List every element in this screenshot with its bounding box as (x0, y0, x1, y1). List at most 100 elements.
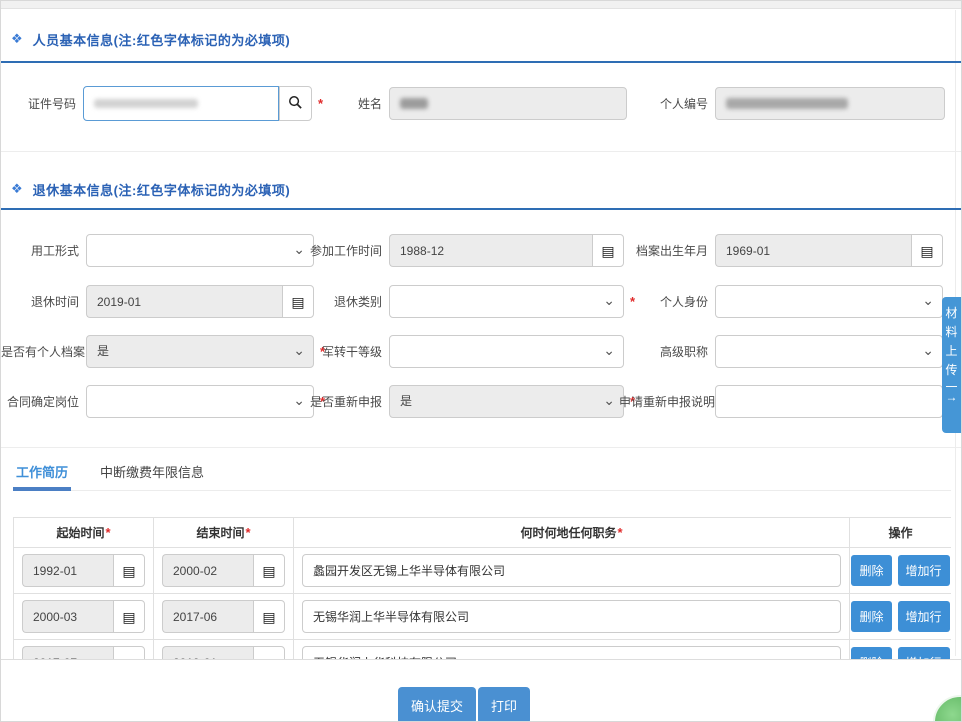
required-mark: * (617, 525, 622, 540)
calendar-button[interactable]: ▤ (911, 234, 943, 267)
row-position-input[interactable] (302, 646, 841, 659)
work-history-table: 起始时间* 结束时间* 何时何地任何职务* 操作 ▤ ▤ 删除增加行 ▤ ▤ (13, 517, 951, 659)
personal-identity-select[interactable]: ⌄ (715, 285, 943, 318)
birth-date-field: 档案出生年月 ▤ (619, 234, 943, 267)
required-mark: * (105, 525, 110, 540)
floating-widget-icon[interactable] (933, 695, 962, 722)
contract-post-select[interactable]: ⌄ (86, 385, 314, 418)
delete-row-button[interactable]: 删除 (851, 601, 891, 632)
calendar-button[interactable]: ▤ (113, 646, 145, 659)
birth-date-label: 档案出生年月 (619, 242, 715, 259)
employment-type-label: 用工形式 (1, 242, 86, 259)
retire-category-field: 退休类别 ⌄ * (301, 285, 635, 318)
calendar-icon: ▤ (122, 610, 135, 624)
person-section-title: 人员基本信息(注:红色字体标记的为必填项) (33, 30, 291, 49)
senior-title-select[interactable]: ⌄ (715, 335, 943, 368)
delete-row-button[interactable]: 删除 (851, 647, 891, 659)
redacted-value (94, 99, 198, 108)
section-divider (1, 61, 962, 63)
redeclare-label: 是否重新申报 (301, 393, 389, 410)
delete-row-button[interactable]: 删除 (851, 555, 891, 586)
calendar-button[interactable]: ▤ (253, 600, 285, 633)
row-start-input (22, 600, 113, 633)
redeclare-note-input[interactable] (715, 385, 943, 418)
calendar-icon: ▤ (122, 564, 135, 578)
calendar-icon: ▤ (601, 244, 614, 258)
personal-identity-label: 个人身份 (619, 293, 715, 310)
redeclare-note-field: 申请重新申报说明 (619, 385, 943, 418)
id-number-input[interactable] (83, 86, 279, 121)
table-row: ▤ ▤ 删除增加行 (14, 548, 952, 594)
calendar-button[interactable]: ▤ (113, 600, 145, 633)
add-row-button[interactable]: 增加行 (898, 601, 950, 632)
birth-date-input (715, 234, 911, 267)
material-upload-tab[interactable]: 材料上传 → (942, 297, 961, 433)
has-archive-select: 是 ⌄ (86, 335, 314, 368)
col-start-time: 起始时间* (14, 518, 154, 548)
section-separator (1, 447, 962, 448)
work-start-label: 参加工作时间 (301, 242, 389, 259)
retire-section-title: 退休基本信息(注:红色字体标记的为必填项) (33, 180, 291, 199)
redeclare-note-label: 申请重新申报说明 (619, 393, 715, 410)
table-row: ▤ ▤ 删除增加行 (14, 640, 952, 660)
retire-section-header: ❖ 退休基本信息(注:红色字体标记的为必填项) (11, 179, 290, 199)
search-icon (288, 95, 303, 113)
chevron-down-icon: ⌄ (603, 285, 615, 316)
military-grade-field: 军转干等级 ⌄ (301, 335, 624, 368)
chevron-down-icon: ⌄ (603, 385, 615, 416)
retirement-declaration-page: ❖ 人员基本信息(注:红色字体标记的为必填项) 证件号码 * 姓名 个人编号 (0, 0, 962, 722)
calendar-icon: ▤ (262, 610, 275, 624)
contract-post-field: 合同确定岗位 ⌄ * (1, 385, 325, 418)
table-header-row: 起始时间* 结束时间* 何时何地任何职务* 操作 (14, 518, 952, 548)
name-input (389, 87, 627, 120)
work-start-input (389, 234, 592, 267)
calendar-icon: ▤ (262, 564, 275, 578)
work-history-table-wrap: 起始时间* 结束时间* 何时何地任何职务* 操作 ▤ ▤ 删除增加行 ▤ ▤ (13, 517, 951, 659)
name-label: 姓名 (305, 95, 389, 112)
material-upload-label: 材料上传 (945, 304, 959, 380)
id-number-label: 证件号码 (1, 95, 83, 112)
contract-post-label: 合同确定岗位 (1, 393, 86, 410)
military-grade-select[interactable]: ⌄ (389, 335, 624, 368)
retire-time-field: 退休时间 ▤ (1, 285, 314, 318)
content-bottom-border (1, 659, 962, 660)
confirm-submit-button[interactable]: 确认提交 (398, 687, 476, 722)
tab-work-history[interactable]: 工作简历 (13, 461, 71, 491)
upload-tab-divider (946, 386, 957, 387)
person-section-header: ❖ 人员基本信息(注:红色字体标记的为必填项) (11, 29, 290, 49)
tab-interrupted-payment[interactable]: 中断缴费年限信息 (97, 461, 207, 491)
arrow-right-icon: → (946, 390, 958, 404)
calendar-button[interactable]: ▤ (253, 554, 285, 587)
personal-identity-field: 个人身份 ⌄ (619, 285, 943, 318)
row-end-input (162, 600, 253, 633)
col-position: 何时何地任何职务* (294, 518, 850, 548)
senior-title-field: 高级职称 ⌄ (619, 335, 943, 368)
personal-no-label: 个人编号 (631, 95, 715, 112)
chevron-down-icon: ⌄ (922, 285, 934, 316)
name-field: 姓名 (305, 87, 627, 120)
has-archive-field: 是否有个人档案 是 ⌄ * (1, 335, 325, 368)
row-position-input[interactable] (302, 600, 841, 633)
add-row-button[interactable]: 增加行 (898, 555, 950, 586)
row-position-input[interactable] (302, 554, 841, 587)
section-diamond-icon: ❖ (11, 31, 23, 47)
calendar-button[interactable]: ▤ (253, 646, 285, 659)
chevron-down-icon: ⌄ (922, 335, 934, 366)
redacted-value (400, 98, 428, 109)
section-separator (1, 151, 962, 152)
calendar-button[interactable]: ▤ (113, 554, 145, 587)
retire-category-select[interactable]: ⌄ (389, 285, 624, 318)
row-start-input (22, 646, 113, 659)
add-row-button[interactable]: 增加行 (898, 647, 950, 659)
section-divider (1, 208, 962, 210)
chevron-down-icon: ⌄ (603, 335, 615, 366)
employment-type-select[interactable]: ⌄ (86, 234, 314, 267)
col-end-time: 结束时间* (154, 518, 294, 548)
military-grade-label: 军转干等级 (301, 343, 389, 360)
print-button[interactable]: 打印 (478, 687, 530, 722)
redeclare-select: 是 ⌄ (389, 385, 624, 418)
retire-time-label: 退休时间 (1, 293, 86, 310)
redeclare-field: 是否重新申报 是 ⌄ * (301, 385, 635, 418)
retire-category-label: 退休类别 (301, 293, 389, 310)
row-end-input (162, 554, 253, 587)
